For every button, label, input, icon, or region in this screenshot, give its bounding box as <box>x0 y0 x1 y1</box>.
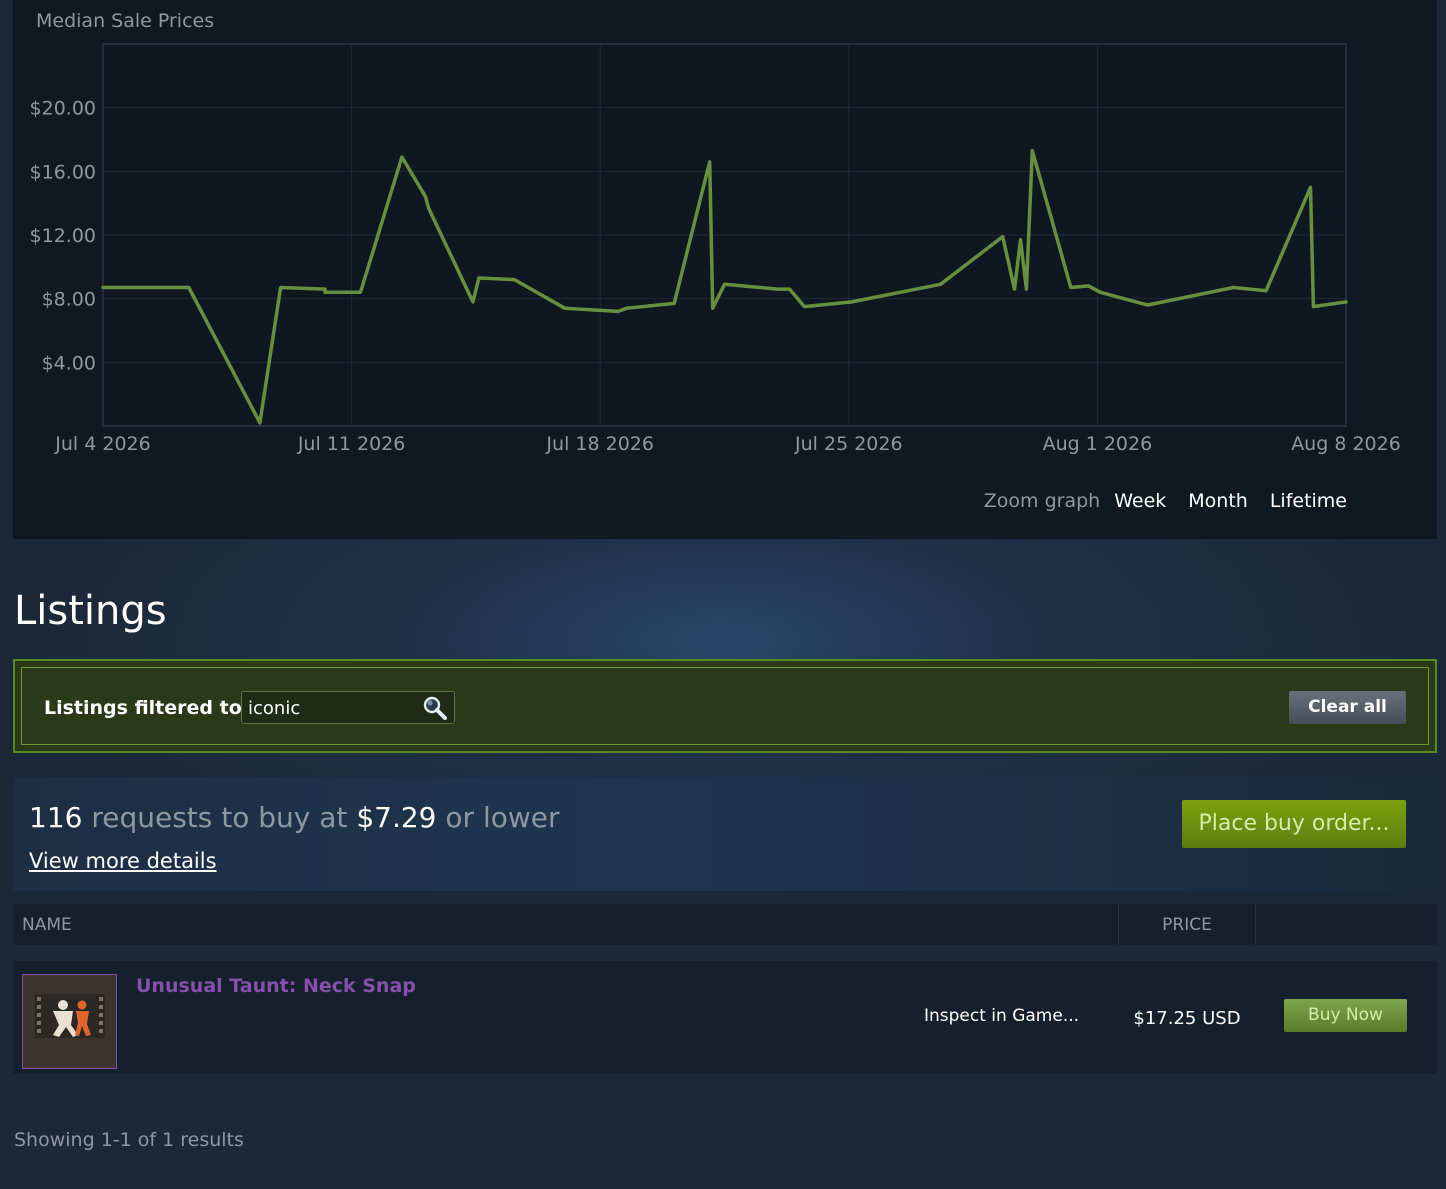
taunt-film-icon <box>35 994 105 1038</box>
clear-all-button[interactable]: Clear all <box>1289 691 1406 724</box>
price-history-chart[interactable]: $20.00 $16.00 $12.00 $8.00 $4.00 Jul 4 2026 Ju… <box>13 0 1437 480</box>
buy-requests-suffix: or lower <box>436 801 560 834</box>
column-divider <box>1255 904 1256 945</box>
zoom-month-link[interactable]: Month <box>1188 490 1248 512</box>
zoom-week-link[interactable]: Week <box>1114 490 1166 512</box>
y-tick-label: $16.00 <box>30 161 96 183</box>
filter-label: Listings filtered to: <box>44 697 250 719</box>
column-header-price: PRICE <box>1162 915 1212 935</box>
buy-now-button[interactable]: Buy Now <box>1284 999 1407 1032</box>
listing-filter-box: Listings filtered to: Clear all <box>13 659 1437 753</box>
buy-requests-summary: 116 requests to buy at $7.29 or lower <box>29 801 560 834</box>
buy-request-count: 116 <box>29 801 83 834</box>
inspect-in-game-link[interactable]: Inspect in Game... <box>924 1006 1079 1026</box>
x-tick-label: Jul 25 2026 <box>794 433 903 455</box>
listing-row: Unusual Taunt: Neck Snap Inspect in Game… <box>13 961 1437 1074</box>
filter-search-input[interactable] <box>246 694 418 723</box>
buy-request-price: $7.29 <box>356 801 437 834</box>
zoom-lifetime-link[interactable]: Lifetime <box>1270 490 1347 512</box>
item-image[interactable] <box>22 974 117 1069</box>
x-tick-label: Aug 8 2026 <box>1291 433 1401 455</box>
search-icon[interactable] <box>422 695 448 721</box>
y-tick-label: $8.00 <box>42 289 96 311</box>
listings-table-header: NAME PRICE <box>13 904 1437 945</box>
listings-heading: Listings <box>14 588 167 634</box>
listing-price: $17.25 USD <box>1133 1008 1241 1029</box>
filter-search-box <box>241 691 455 724</box>
zoom-controls: Zoom graph Week Month Lifetime <box>984 490 1347 512</box>
x-tick-label: Jul 4 2026 <box>54 433 150 455</box>
zoom-graph-label: Zoom graph <box>983 490 1101 512</box>
buy-requests-text: requests to buy at <box>82 801 357 834</box>
column-header-name: NAME <box>22 915 72 935</box>
y-tick-label: $4.00 <box>42 352 96 374</box>
x-tick-label: Jul 18 2026 <box>545 433 654 455</box>
buy-orders-panel: 116 requests to buy at $7.29 or lower Vi… <box>13 777 1437 891</box>
place-buy-order-button[interactable]: Place buy order... <box>1182 800 1406 848</box>
price-history-panel: Median Sale Prices $20.00 $16.00 $12.00 $8.… <box>13 0 1437 539</box>
y-tick-label: $12.00 <box>30 225 96 247</box>
view-more-details-link[interactable]: View more details <box>29 849 217 873</box>
results-count: Showing 1-1 of 1 results <box>14 1129 244 1151</box>
item-name-link[interactable]: Unusual Taunt: Neck Snap <box>136 975 416 997</box>
x-tick-label: Aug 1 2026 <box>1043 433 1153 455</box>
y-tick-label: $20.00 <box>30 98 96 120</box>
x-tick-label: Jul 11 2026 <box>297 433 406 455</box>
